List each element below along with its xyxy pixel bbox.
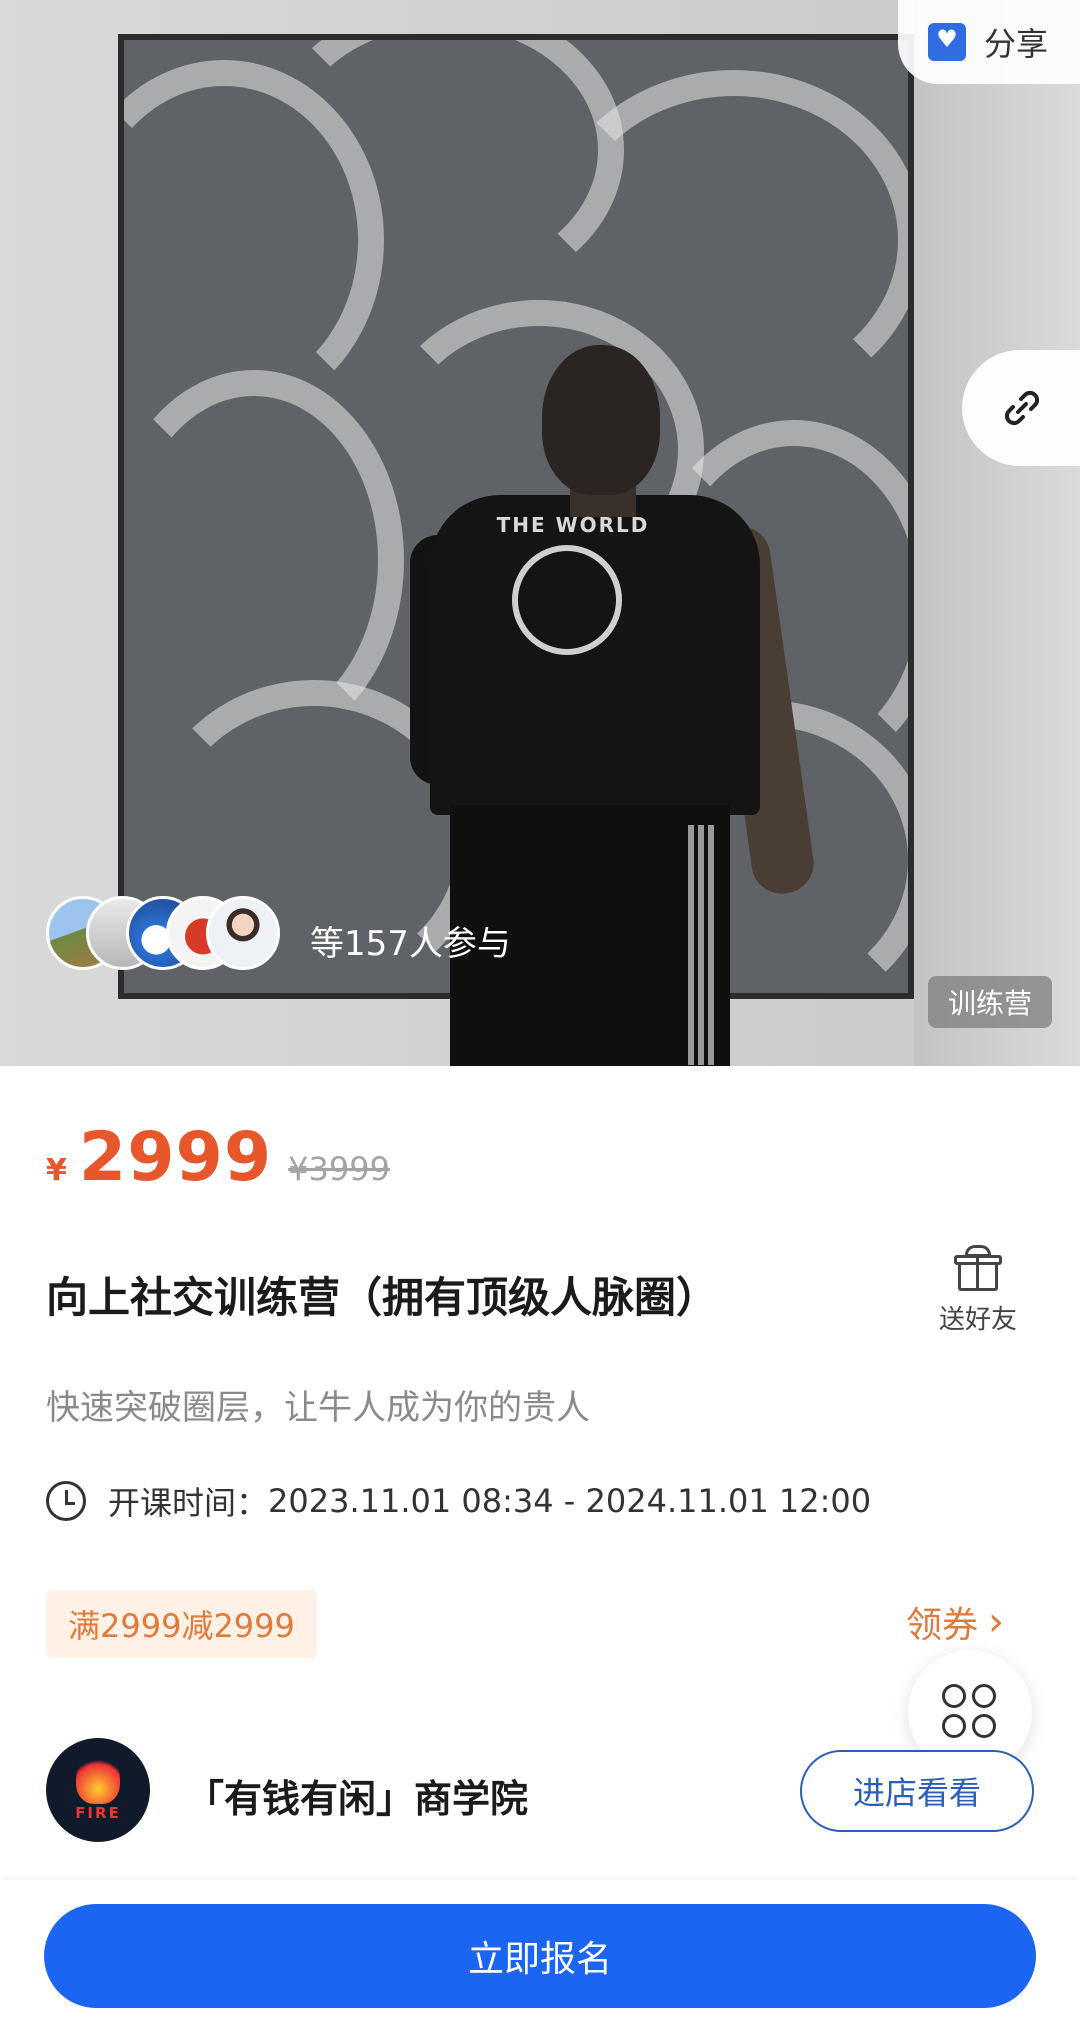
shop-name[interactable]: 「有钱有闲」商学院 (186, 1768, 528, 1823)
bottom-action-bar: 立即报名 (0, 1880, 1080, 2031)
signup-button[interactable]: 立即报名 (44, 1904, 1036, 2008)
course-time-value: 2023.11.01 08:34 - 2024.11.01 12:00 (268, 1482, 872, 1520)
person-torso (430, 495, 760, 815)
link-icon (1004, 390, 1040, 426)
chevron-right-icon: › (988, 1599, 1005, 1645)
claim-coupon-link[interactable]: 领券 › (906, 1596, 1004, 1648)
shirt-print-text: THE WORLD (496, 513, 650, 537)
grid-icon (942, 1684, 966, 1708)
current-price: 2999 (78, 1118, 273, 1197)
pants-stripes (688, 825, 694, 1065)
person-head (542, 345, 660, 495)
gift-label: 送好友 (938, 1305, 1017, 1335)
product-title: 向上社交训练营（拥有顶级人脉圈） (46, 1273, 719, 1322)
original-price: ¥3999 (288, 1150, 390, 1188)
course-time-label: 开课时间： (108, 1484, 269, 1522)
share-label: 分享 (984, 25, 1049, 63)
share-heart-icon (928, 23, 966, 61)
course-time-row: 开课时间： 2023.11.01 08:34 - 2024.11.01 12:0… (46, 1478, 871, 1524)
flame-icon (76, 1754, 120, 1804)
wall-background (914, 0, 1080, 1066)
shirt-logo (512, 545, 622, 655)
share-button[interactable]: 分享 (898, 0, 1080, 84)
currency-symbol: ¥ (46, 1153, 67, 1188)
visit-shop-button[interactable]: 进店看看 (800, 1750, 1034, 1832)
coupon-badge[interactable]: 满2999减2999 (46, 1590, 317, 1658)
claim-coupon-label: 领券 (906, 1605, 979, 1646)
shop-logo[interactable]: FIRE (46, 1738, 150, 1842)
gift-icon (954, 1245, 1002, 1291)
category-tag: 训练营 (928, 976, 1052, 1028)
avatar (206, 896, 280, 970)
copy-link-button[interactable] (962, 350, 1080, 466)
clock-icon (46, 1481, 86, 1521)
shop-logo-text: FIRE (75, 1804, 121, 1822)
product-subtitle: 快速突破圈层，让牛人成为你的贵人 (46, 1388, 590, 1428)
hero-image[interactable]: THE WORLD 分享 等157人参与 训练营 (0, 0, 1080, 1066)
price-row: ¥ 2999 ¥3999 (46, 1118, 390, 1197)
participants-count: 等157人参与 (310, 924, 511, 964)
gift-to-friend-button[interactable]: 送好友 (930, 1245, 1026, 1336)
